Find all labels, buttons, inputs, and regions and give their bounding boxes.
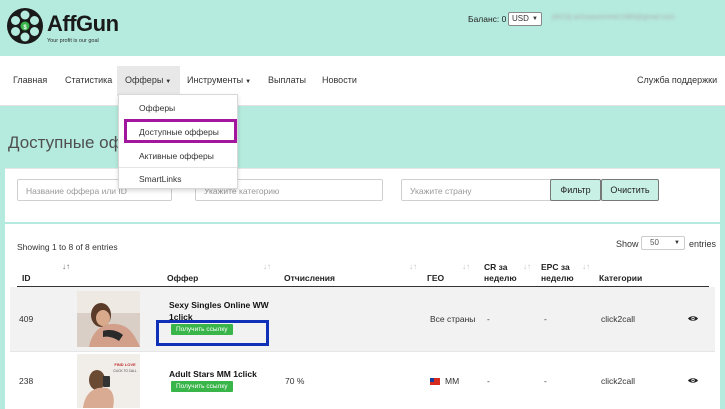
- country-input[interactable]: Укажите страну: [401, 179, 566, 201]
- logo-cylinder-icon: $: [7, 8, 43, 44]
- nav-item-tools[interactable]: Инструменты ▼: [187, 75, 251, 85]
- column-header-payout[interactable]: Отчисления: [284, 273, 335, 284]
- page-length-value: 50: [650, 238, 659, 247]
- get-link-button[interactable]: Получить ссылку: [171, 381, 233, 392]
- highlight-annotation-box: [124, 119, 237, 143]
- row-geo-code: MM: [445, 376, 460, 386]
- column-header-geo[interactable]: ГЕО: [427, 273, 444, 284]
- nav-item-home[interactable]: Главная: [13, 75, 47, 85]
- row-cr: -: [487, 314, 490, 324]
- caret-down-icon: ▼: [245, 79, 252, 85]
- row-geo: Все страны: [430, 314, 476, 324]
- column-header-epc-line2: неделю: [541, 273, 574, 283]
- page-length-select[interactable]: 50 ▼: [641, 236, 685, 250]
- column-header-epc-line1: EPC за: [541, 262, 570, 272]
- offer-thumbnail: FIND LOVE CLICK TO CALL: [77, 354, 140, 408]
- brand-name: AffGun: [47, 11, 119, 36]
- top-header: $ AffGun Your profit is our goal Баланс:…: [0, 0, 725, 56]
- row-epc: -: [544, 314, 547, 324]
- column-header-categories[interactable]: Категории: [599, 273, 642, 284]
- column-header-cr-line1: CR за: [484, 262, 508, 272]
- nav-item-tools-label: Инструменты: [187, 75, 244, 85]
- entries-label: entries: [689, 239, 717, 249]
- dropdown-divider: [119, 167, 237, 168]
- currency-select[interactable]: USD ▼: [508, 12, 542, 26]
- row-id: 238: [19, 376, 34, 386]
- eye-icon[interactable]: [688, 377, 698, 384]
- brand-tagline: Your profit is our goal: [47, 38, 99, 44]
- nav-item-payouts[interactable]: Выплаты: [268, 75, 306, 85]
- thumb-find-love: FIND LOVE: [114, 362, 136, 367]
- dropdown-item-offers[interactable]: Офферы: [139, 103, 175, 113]
- table-row: 238 FIND LOVE CLICK TO CALL Adult Stars …: [10, 351, 715, 409]
- get-link-annotation-box: [156, 320, 269, 346]
- main-navbar: Главная Статистика Офферы ▼ Инструменты ▼ …: [0, 56, 725, 106]
- sort-icon[interactable]: ↓↑: [462, 262, 470, 271]
- show-label: Show: [616, 239, 639, 249]
- sort-icon[interactable]: ↓↑: [263, 262, 271, 271]
- row-category: click2call: [601, 314, 636, 324]
- eye-icon[interactable]: [688, 315, 698, 322]
- offer-image: FIND LOVE CLICK TO CALL: [77, 354, 140, 408]
- clear-button[interactable]: Очистить: [601, 179, 659, 201]
- nav-item-statistics[interactable]: Статистика: [65, 75, 112, 85]
- sort-icon[interactable]: ↓↑: [409, 262, 417, 271]
- row-epc: -: [544, 376, 547, 386]
- nav-item-offers-label: Офферы: [125, 75, 164, 85]
- nav-item-support[interactable]: Служба поддержки: [637, 75, 717, 85]
- offer-thumbnail: [77, 291, 140, 347]
- column-header-id[interactable]: ID: [22, 273, 31, 284]
- filter-button[interactable]: Фильтр: [550, 179, 601, 201]
- sort-icon[interactable]: ↓↑: [523, 262, 531, 271]
- row-payout: 70 %: [285, 376, 305, 386]
- sort-icon[interactable]: ↓↑: [582, 262, 590, 271]
- offer-image: [77, 291, 140, 347]
- entries-info: Showing 1 to 8 of 8 entries: [17, 242, 118, 252]
- chevron-down-icon: ▼: [532, 16, 538, 22]
- column-header-cr-line2: неделю: [484, 273, 517, 283]
- caret-down-icon: ▼: [165, 79, 172, 85]
- column-header-cr[interactable]: CR за неделю: [484, 262, 517, 284]
- row-id: 409: [19, 314, 34, 324]
- chevron-down-icon: ▼: [674, 240, 680, 246]
- column-header-epc[interactable]: EPC за неделю: [541, 262, 574, 284]
- dropdown-item-active-offers[interactable]: Активные офферы: [139, 151, 214, 161]
- row-category: click2call: [601, 376, 636, 386]
- myanmar-flag-icon: [430, 378, 440, 386]
- dropdown-item-smartlinks[interactable]: SmartLinks: [139, 174, 182, 184]
- row-cr: -: [487, 376, 490, 386]
- nav-item-offers[interactable]: Офферы ▼: [125, 75, 171, 85]
- column-header-offer[interactable]: Оффер: [167, 273, 198, 284]
- offers-table-panel: Showing 1 to 8 of 8 entries Show 50 ▼ en…: [5, 224, 720, 409]
- row-geo: MM: [430, 376, 459, 386]
- user-email[interactable]: [#419] acfusaurenmer1980@gmail.com: [552, 14, 720, 23]
- balance-label: Баланс: 0: [468, 14, 507, 24]
- nav-item-news[interactable]: Новости: [322, 75, 357, 85]
- offer-name[interactable]: Adult Stars MM 1click: [169, 368, 279, 380]
- table-row: 409 Sexy Singles Online WW 1click Получи…: [10, 287, 715, 351]
- thumb-click-to-call: CLICK TO CALL: [113, 369, 137, 373]
- currency-value: USD: [512, 14, 529, 23]
- brand-logo[interactable]: $ AffGun Your profit is our goal: [5, 6, 155, 46]
- filter-panel: Название оффера или ID Укажите категорию…: [5, 168, 720, 222]
- sort-desc-icon[interactable]: ↓↑: [62, 262, 70, 271]
